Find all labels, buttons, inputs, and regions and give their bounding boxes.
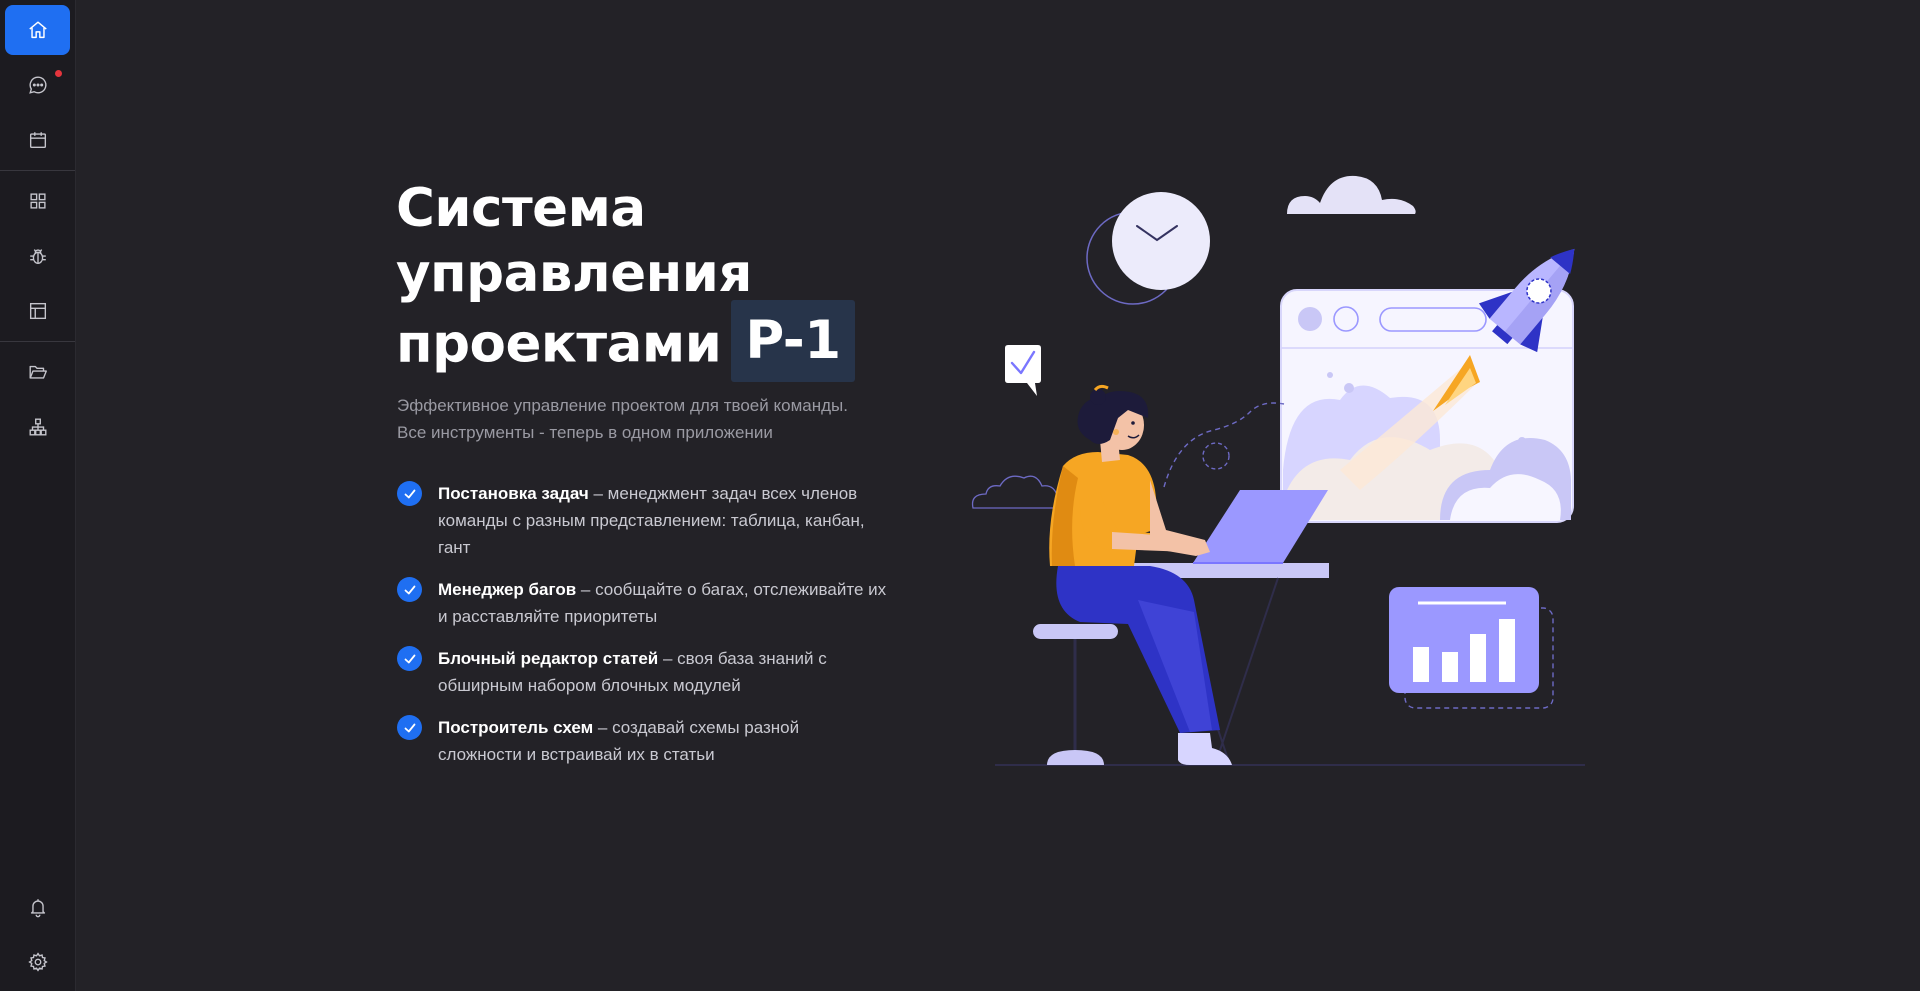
- subtitle: Эффективное управление проектом для твое…: [397, 392, 848, 446]
- bell-icon: [30, 899, 45, 918]
- app-root: Система управления проектами P-1 Эффектив…: [0, 0, 1920, 991]
- stool-base: [1047, 750, 1104, 765]
- calendar-icon: [29, 132, 46, 149]
- title-line-2: управления: [396, 243, 752, 304]
- title-line-3-text: проектами: [396, 313, 722, 375]
- sidebar-item-articles[interactable]: [5, 286, 70, 336]
- sidebar-item-files[interactable]: [5, 347, 70, 397]
- feature-title: Блочный редактор статей: [438, 649, 659, 668]
- grid-icon: [29, 193, 46, 209]
- sidebar-item-chat[interactable]: [5, 60, 70, 110]
- sidebar-divider: [0, 341, 75, 342]
- title-line-1: Система: [396, 178, 646, 239]
- feature-title: Постановка задач: [438, 484, 589, 503]
- feature-title: Менеджер багов: [438, 580, 577, 599]
- sidebar-item-calendar[interactable]: [5, 115, 70, 165]
- dashed-trail: [1163, 402, 1285, 488]
- check-icon: [397, 577, 422, 602]
- page-title: Система управления проектами P-1: [396, 176, 855, 388]
- title-line-3: проектами P-1: [396, 300, 855, 388]
- check-icon: [397, 715, 422, 740]
- stool-seat: [1033, 624, 1118, 639]
- notification-dot: [55, 70, 62, 77]
- home-icon: [28, 21, 47, 39]
- feature-list: Постановка задач – менеджмент задач всех…: [397, 480, 887, 783]
- sidebar-item-settings[interactable]: [5, 937, 70, 987]
- sidebar-item-home[interactable]: [5, 5, 70, 55]
- sitemap-icon: [29, 418, 46, 436]
- hero-illustration: [971, 175, 1585, 766]
- gear-icon: [27, 952, 48, 972]
- subtitle-line-2: Все инструменты - теперь в одном приложе…: [397, 423, 773, 442]
- folder-open-icon: [29, 365, 47, 379]
- laptop: [1193, 490, 1328, 563]
- sidebar-item-schemes[interactable]: [5, 402, 70, 452]
- feature-item: Постановка задач – менеджмент задач всех…: [397, 480, 887, 561]
- brand-badge: P-1: [731, 300, 855, 382]
- sidebar: [0, 0, 76, 991]
- cloud-top: [1287, 175, 1416, 214]
- feature-title: Построитель схем: [438, 718, 594, 737]
- sidebar-item-notifications[interactable]: [5, 882, 70, 932]
- sidebar-divider: [0, 170, 75, 171]
- cloud-outline-left: [971, 475, 1064, 509]
- sidebar-item-dashboard[interactable]: [5, 176, 70, 226]
- subtitle-line-1: Эффективное управление проектом для твое…: [397, 396, 848, 415]
- chat-icon: [28, 76, 46, 94]
- layout-icon: [29, 302, 46, 320]
- feature-item: Блочный редактор статей – своя база знан…: [397, 645, 887, 699]
- feature-item: Построитель схем – создавай схемы разной…: [397, 714, 887, 768]
- clock-face: [1112, 192, 1210, 290]
- check-icon: [397, 646, 422, 671]
- sidebar-item-bugs[interactable]: [5, 231, 70, 281]
- feature-item: Менеджер багов – сообщайте о багах, отсл…: [397, 576, 887, 630]
- check-icon: [397, 481, 422, 506]
- bug-icon: [29, 249, 46, 265]
